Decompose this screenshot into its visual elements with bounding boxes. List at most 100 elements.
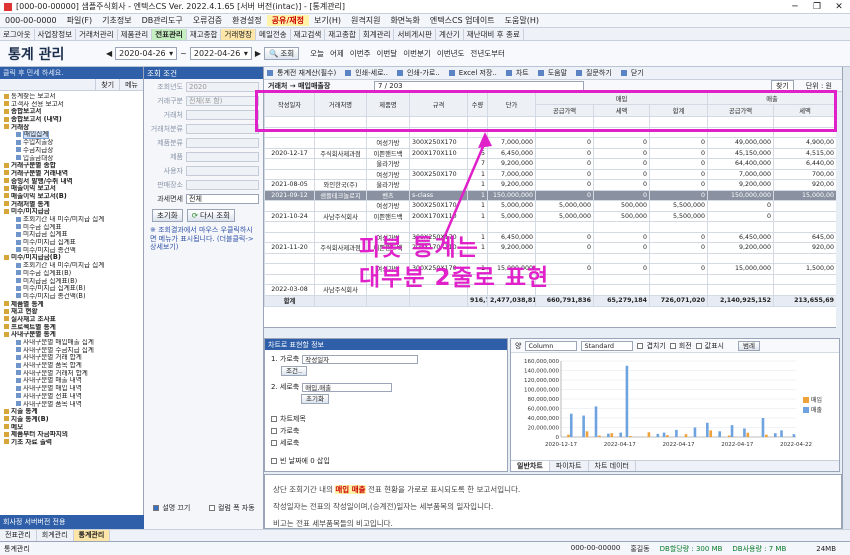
tree-item[interactable]: 미지급금 집계표: [0, 231, 143, 239]
prev-period-icon[interactable]: ◀: [106, 49, 112, 58]
tree-item[interactable]: 매입집계: [0, 131, 143, 140]
calendar-icon[interactable]: ▾: [244, 49, 248, 58]
tree-item[interactable]: 수금지급장: [0, 147, 143, 155]
toolbar-button[interactable]: 재고검색: [291, 28, 326, 40]
condition-input[interactable]: [186, 123, 259, 134]
tree-item[interactable]: 매출이익 보고서: [0, 185, 143, 193]
table-row[interactable]: [264, 126, 836, 138]
menu-item[interactable]: 기초정보: [97, 15, 136, 26]
tree-item[interactable]: 미수금 집계표: [0, 224, 143, 232]
tree-item[interactable]: 거래구분별 거래내역: [0, 170, 143, 178]
tree-item[interactable]: 증빙서 발행/수취 내역: [0, 178, 143, 186]
toolbar-button[interactable]: 사업장정보: [35, 28, 77, 40]
toolbar-button[interactable]: 재난대비 후 종료: [464, 28, 524, 40]
overlap-option[interactable]: 겹치기: [637, 341, 666, 351]
legend-button[interactable]: 범례: [738, 340, 760, 351]
tree-item[interactable]: 사내구분별 통계: [0, 331, 143, 339]
tree-item[interactable]: 거래장: [0, 124, 143, 132]
next-period-icon[interactable]: ▶: [255, 49, 261, 58]
tree-item[interactable]: 종합보고서 (내역): [0, 116, 143, 124]
search-button[interactable]: 🔍 조회: [264, 47, 300, 60]
tree-item[interactable]: 종합보고서: [0, 108, 143, 116]
col-header[interactable]: 합계: [649, 104, 708, 117]
tree-item[interactable]: 실사재고 조사표: [0, 316, 143, 324]
maximize-button[interactable]: ❐: [806, 0, 828, 14]
bottom-tab[interactable]: 통계관리: [73, 530, 111, 541]
tree-item[interactable]: 미수/미지급 총건액(B): [0, 293, 143, 301]
tree-item[interactable]: 사내구분별 수금지급 집계: [0, 347, 143, 355]
tree-item[interactable]: 제품별 통계: [0, 301, 143, 309]
quick-range-link[interactable]: 이번분기: [400, 48, 434, 59]
toolbar-button[interactable]: 거래처관리: [76, 28, 118, 40]
toolbar-button[interactable]: 전표관리: [152, 28, 187, 40]
toolbar-button[interactable]: 회계관리: [360, 28, 395, 40]
grid-toolbar-button[interactable]: 도움말: [535, 68, 573, 78]
quick-range-link[interactable]: 어제: [327, 48, 347, 59]
toolbar-button[interactable]: 제품관리: [118, 28, 153, 40]
grid-toolbar-button[interactable]: Excel 저장..: [446, 68, 503, 78]
tree-item[interactable]: 프로젝트별 통계: [0, 324, 143, 332]
tree-item[interactable]: 사내구분별 품목 내역: [0, 401, 143, 409]
col-header[interactable]: 세액: [773, 104, 836, 117]
menu-item[interactable]: 엔텍스CS 업데이트: [425, 15, 500, 26]
tree-item[interactable]: 조회기간 내 미수/미지급 집계: [0, 216, 143, 224]
table-row[interactable]: 여성가방 300X250X170 1 15,000,000 0 0 0 15,000,000 1…: [264, 263, 836, 275]
condition-input[interactable]: [186, 165, 259, 176]
checkbox-icon[interactable]: [271, 458, 277, 464]
toolbar-button[interactable]: 로그아웃: [0, 28, 35, 40]
tab-chart-data[interactable]: 차트 데이터: [589, 461, 636, 471]
show-value-option[interactable]: 값표시: [695, 341, 724, 351]
quick-range-link[interactable]: 이번년도: [434, 48, 468, 59]
condition-input[interactable]: 2020: [186, 81, 259, 92]
condition-input[interactable]: 전체: [186, 193, 259, 204]
condition-input[interactable]: [186, 137, 259, 148]
table-row[interactable]: [264, 252, 836, 264]
menu-item[interactable]: DB관리도구: [137, 15, 188, 26]
autofit-toggle[interactable]: 컬럼 폭 자동: [209, 503, 255, 513]
menu-item[interactable]: 원격지원: [346, 15, 385, 26]
tree-item[interactable]: 미수금 집계표(B): [0, 270, 143, 278]
grid-toolbar-button[interactable]: 질문하기: [573, 68, 618, 78]
toolbar-button[interactable]: 메일전송: [256, 28, 291, 40]
tree-item[interactable]: 제품부터 자금파지의: [0, 431, 143, 439]
tree-item[interactable]: 재고 현황: [0, 308, 143, 316]
table-row[interactable]: 여성가방 300X250X170 1 7,000,000 0 0 0 7,000,000 700…: [264, 168, 836, 180]
tree-item[interactable]: 사내구분별 거래 합계: [0, 354, 143, 362]
grid-toolbar-button[interactable]: 인쇄-가로..: [394, 68, 446, 78]
tree-item[interactable]: 사내구분별 매입매출 집계: [0, 339, 143, 347]
tree-item[interactable]: 사내구분별 전표 내역: [0, 393, 143, 401]
quick-range-link[interactable]: 이번주: [347, 48, 374, 59]
tree-item[interactable]: 매출이익 보고서(B): [0, 193, 143, 201]
table-row[interactable]: [264, 116, 836, 128]
col-header[interactable]: 세액: [593, 104, 650, 117]
bottom-tab[interactable]: 전표관리: [0, 530, 37, 541]
tree-item[interactable]: 사내구분별 매입 내역: [0, 385, 143, 393]
toolbar-button[interactable]: 서비게시판: [394, 28, 436, 40]
col-header[interactable]: 규격: [409, 92, 468, 117]
tree-item[interactable]: 미수/미지급 집계표: [0, 239, 143, 247]
tree-item[interactable]: 메모: [0, 424, 143, 432]
condition-input[interactable]: [186, 109, 259, 120]
explain-toggle[interactable]: 설명 끄기: [153, 503, 190, 513]
x-axis-select[interactable]: 작성일자: [302, 354, 419, 364]
tree-item[interactable]: 수입지출장: [0, 139, 143, 147]
tab-pie-chart[interactable]: 파이차트: [550, 461, 589, 471]
col-header[interactable]: 공급가액: [535, 104, 594, 117]
grid-toolbar-button[interactable]: 통계전 재계산(필수): [264, 68, 342, 78]
toolbar-button[interactable]: 거래명장: [221, 28, 257, 40]
requery-button[interactable]: ⟳ 다시 조회: [186, 209, 235, 222]
table-row[interactable]: 2021-11-20 주식회사제과점 이쁜핸드백 200X170X110 1 9,200,…: [264, 242, 836, 254]
table-row[interactable]: 여성가방 300X250X170 7 7,000,000 0 0 0 49,000,000 4,…: [264, 137, 836, 149]
tree-item[interactable]: 사내구분별 매출 내역: [0, 377, 143, 385]
table-row[interactable]: 울라가방 7 9,200,000 0 0 0 64,400,000 6,440,00: [264, 158, 836, 170]
pivot-check-row[interactable]: 차트제목: [265, 413, 507, 425]
grid-toolbar-button[interactable]: 닫기: [618, 68, 650, 78]
toolbar-button[interactable]: 계산기: [436, 28, 464, 40]
tree-item[interactable]: 사내구분별 거래처 합계: [0, 370, 143, 378]
table-row[interactable]: [264, 273, 836, 285]
table-row[interactable]: 여성가방 300X250X170 1 5,000,000 5,000,000 500,00…: [264, 200, 836, 212]
col-header[interactable]: 공급가액: [707, 104, 774, 117]
quick-range-link[interactable]: 전년도부터: [467, 48, 508, 59]
tree-item[interactable]: 미지급금 집계표(B): [0, 278, 143, 286]
menu-item[interactable]: 오류검증: [188, 15, 227, 26]
